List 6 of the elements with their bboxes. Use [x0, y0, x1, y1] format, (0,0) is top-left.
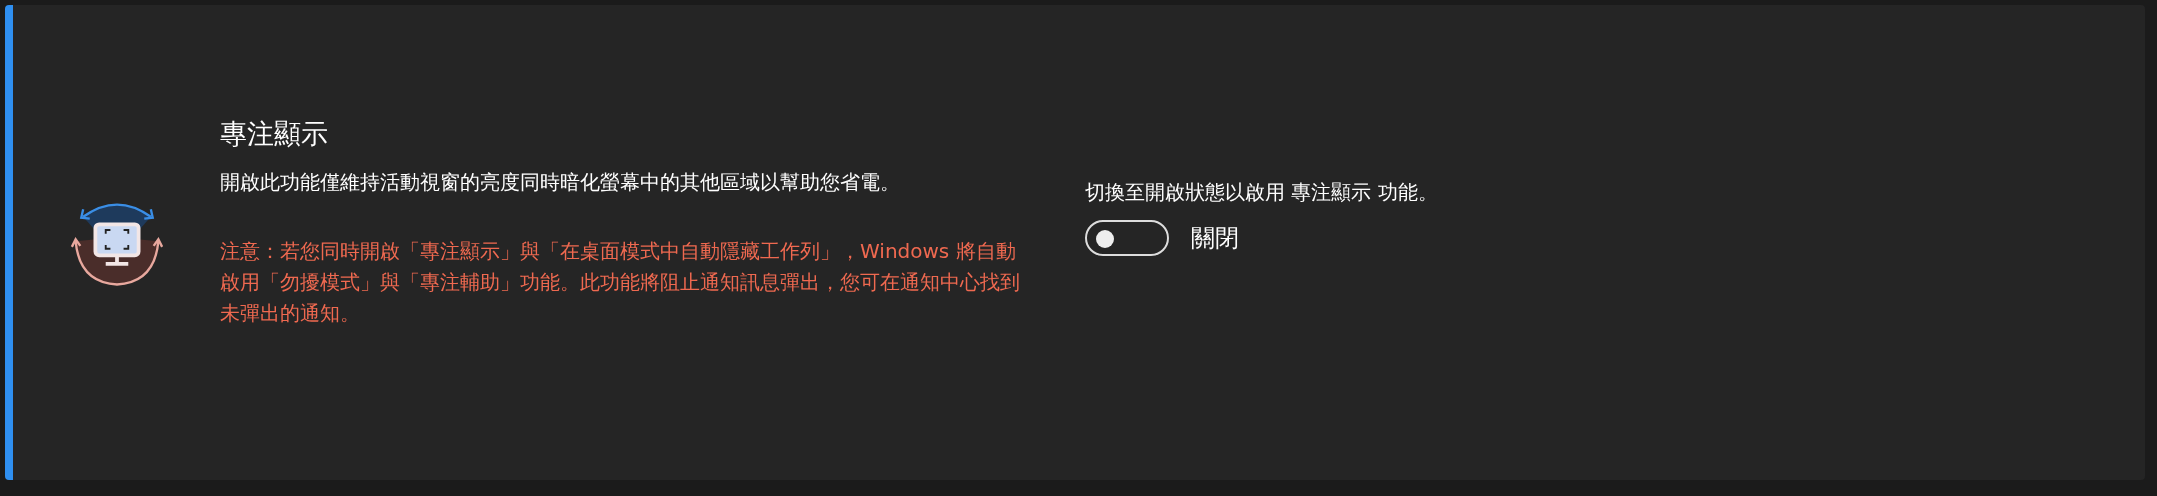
toggle-state-label: 關閉: [1191, 223, 1239, 254]
warning-text: 注意：若您同時開啟「專注顯示」與「在桌面模式中自動隱藏工作列」，Windows 將自動啟用「勿擾模式」與「專注輔助」功能。此功能將阻止通知訊息彈出，您可在通知中心找到未彈出的通知。: [220, 238, 1021, 327]
toggle-switch[interactable]: [1085, 220, 1169, 256]
feature-description: 開啟此功能僅維持活動視窗的亮度同時暗化螢幕中的其他區域以幫助您省電。: [220, 169, 901, 196]
toggle-caption: 切換至開啟狀態以啟用 專注顯示 功能。: [1085, 179, 1438, 206]
feature-title: 專注顯示: [220, 117, 329, 151]
